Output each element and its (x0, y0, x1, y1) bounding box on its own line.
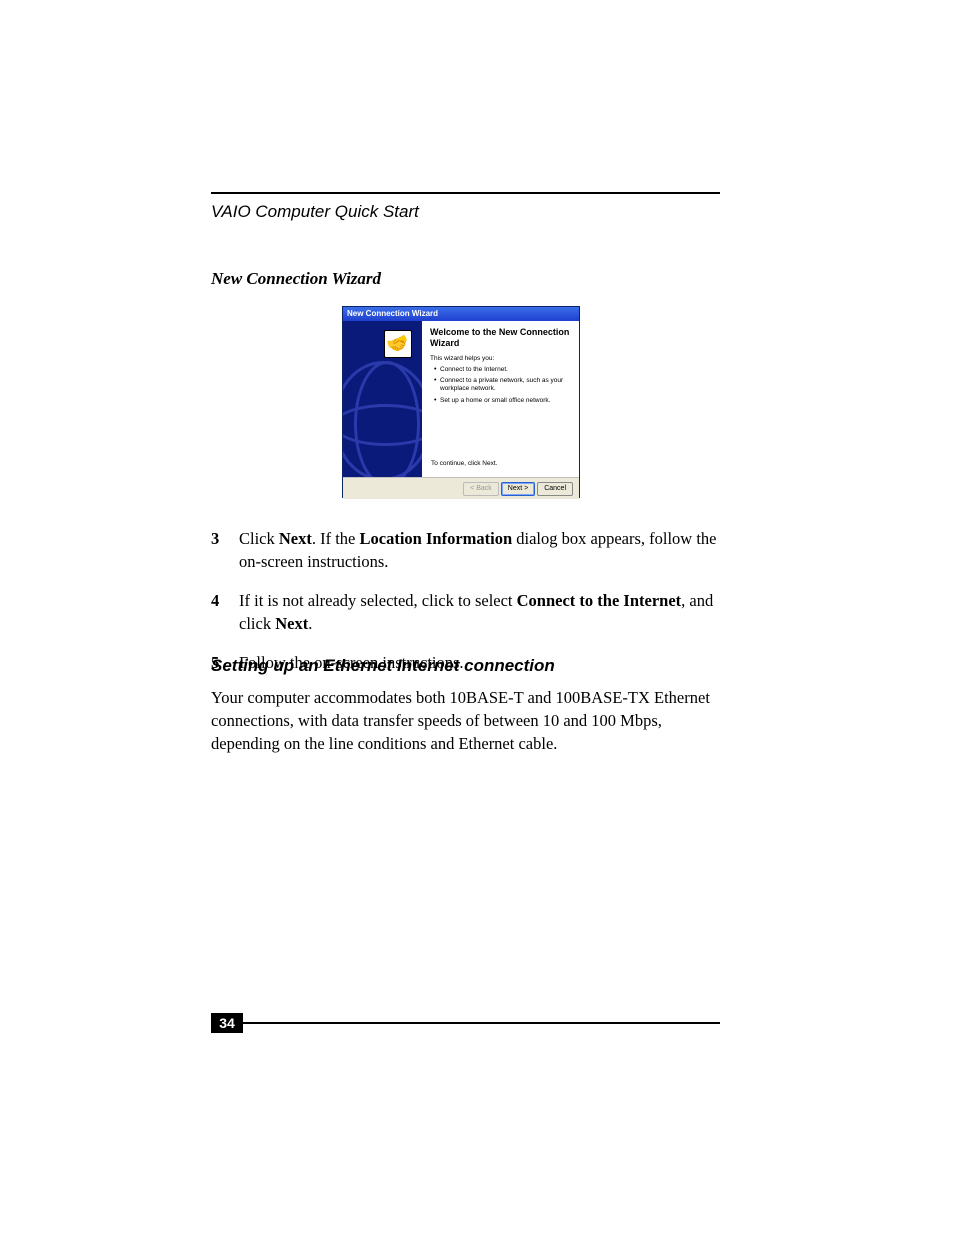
wizard-dialog: New Connection Wizard 🤝 Welcome to the N… (342, 306, 580, 498)
wizard-body: 🤝 Welcome to the New Connection Wizard T… (343, 321, 579, 477)
wizard-intro: This wizard helps you: (430, 355, 571, 362)
body-paragraph: Your computer accommodates both 10BASE-T… (211, 686, 721, 755)
back-button[interactable]: < Back (463, 482, 499, 496)
step-text: Click Next. If the Location Information … (239, 527, 721, 573)
step-number: 4 (211, 589, 239, 635)
section-subheading: Setting up an Ethernet Internet connecti… (211, 656, 555, 676)
handshake-icon: 🤝 (384, 330, 412, 358)
wizard-footer: < Back Next > Cancel (343, 477, 579, 499)
cancel-button[interactable]: Cancel (537, 482, 573, 496)
wizard-content: Welcome to the New Connection Wizard Thi… (422, 321, 579, 477)
wizard-bullet: Connect to a private network, such as yo… (434, 377, 571, 393)
wizard-heading: Welcome to the New Connection Wizard (430, 327, 571, 349)
footer-rule (243, 1022, 720, 1024)
step-text: If it is not already selected, click to … (239, 589, 721, 635)
wizard-continue-text: To continue, click Next. (431, 460, 497, 467)
page-number: 34 (211, 1013, 243, 1033)
next-button[interactable]: Next > (501, 482, 535, 496)
header-rule (211, 192, 720, 194)
wizard-bullet: Connect to the Internet. (434, 366, 571, 374)
manual-page: VAIO Computer Quick Start New Connection… (0, 0, 954, 1235)
step-3: 3 Click Next. If the Location Informatio… (211, 527, 721, 573)
wizard-titlebar: New Connection Wizard (343, 307, 579, 321)
step-4: 4 If it is not already selected, click t… (211, 589, 721, 635)
step-number: 3 (211, 527, 239, 573)
figure-caption: New Connection Wizard (211, 269, 381, 289)
globe-icon (343, 361, 422, 477)
wizard-bullet-list: Connect to the Internet. Connect to a pr… (430, 366, 571, 405)
wizard-sidebar: 🤝 (343, 321, 422, 477)
wizard-bullet: Set up a home or small office network. (434, 397, 571, 405)
running-header: VAIO Computer Quick Start (211, 202, 419, 222)
